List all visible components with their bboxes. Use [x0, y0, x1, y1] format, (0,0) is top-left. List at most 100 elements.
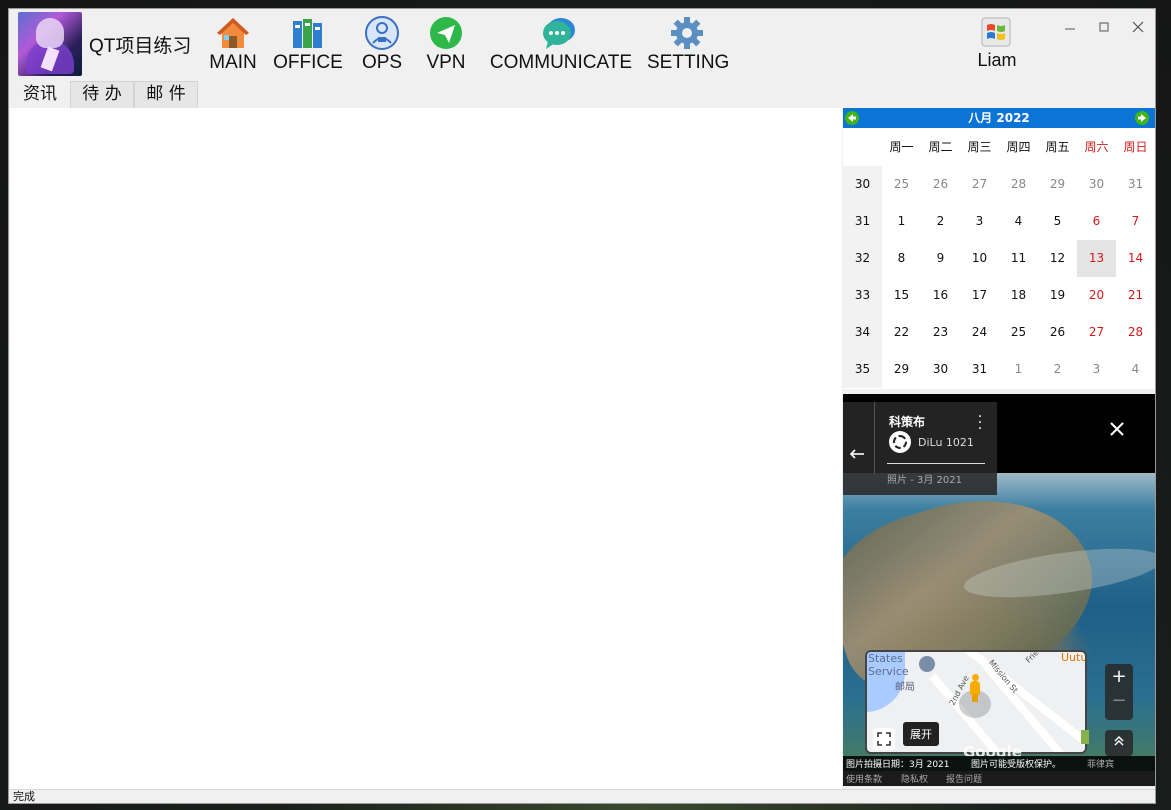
- calendar-day[interactable]: 18: [999, 277, 1038, 314]
- tab-news[interactable]: 资讯: [10, 81, 70, 108]
- tab-mail[interactable]: 邮 件: [134, 81, 198, 108]
- calendar-day[interactable]: 27: [1077, 314, 1116, 351]
- calendar-day[interactable]: 23: [921, 314, 960, 351]
- calendar-day[interactable]: 17: [960, 277, 999, 314]
- calendar-next-month-button[interactable]: [1135, 111, 1149, 125]
- vpn-send-icon: [430, 17, 462, 49]
- calendar-day[interactable]: 31: [1116, 166, 1155, 203]
- user-button[interactable]: Liam: [969, 9, 1025, 81]
- calendar-day[interactable]: 12: [1038, 240, 1077, 277]
- chevron-up-icon: [1105, 734, 1133, 751]
- app-logo-avatar: [18, 12, 82, 76]
- calendar-day[interactable]: 2: [1038, 351, 1077, 388]
- zoom-controls: + −: [1105, 664, 1133, 720]
- calendar-day[interactable]: 4: [999, 203, 1038, 240]
- nav-setting-button[interactable]: SETTING: [647, 9, 729, 81]
- photo-info-card: 科策布 · · · DiLu 1021 照片 - 3月 2021: [843, 402, 997, 495]
- calendar-day[interactable]: 30: [921, 351, 960, 388]
- report-link[interactable]: 报告问题: [946, 772, 982, 785]
- calendar-day[interactable]: 3: [960, 203, 999, 240]
- calendar-day[interactable]: 27: [960, 166, 999, 203]
- tab-todo[interactable]: 待 办: [70, 81, 134, 108]
- calendar-day[interactable]: 26: [921, 166, 960, 203]
- calendar-day[interactable]: 25: [999, 314, 1038, 351]
- close-window-button[interactable]: [1121, 17, 1155, 41]
- expand-tooltip: 展开: [903, 722, 939, 746]
- nav-main-button[interactable]: MAIN: [205, 9, 261, 81]
- back-arrow-icon[interactable]: [849, 444, 865, 465]
- zoom-out-button[interactable]: −: [1105, 690, 1133, 711]
- calendar-day[interactable]: 8: [882, 240, 921, 277]
- calendar-day[interactable]: 28: [1116, 314, 1155, 351]
- terms-link[interactable]: 使用条款: [846, 772, 882, 785]
- calendar-day-selected[interactable]: 13: [1077, 240, 1116, 277]
- calendar-day[interactable]: 26: [1038, 314, 1077, 351]
- calendar-day[interactable]: 15: [882, 277, 921, 314]
- calendar-day[interactable]: 11: [999, 240, 1038, 277]
- calendar-day[interactable]: 29: [882, 351, 921, 388]
- nav-office-label: OFFICE: [273, 52, 343, 73]
- calendar-day[interactable]: 5: [1038, 203, 1077, 240]
- calendar-day[interactable]: 7: [1116, 203, 1155, 240]
- mini-map[interactable]: States Service 邮局 2nd Ave Mission St Fri…: [865, 650, 1087, 754]
- toolbar: QT项目练习 MAIN OFFICE OPS VPN COMMUNICATE S…: [9, 9, 1155, 81]
- map-place-label: Uutu: [1061, 651, 1087, 664]
- expand-map-button[interactable]: [873, 728, 895, 750]
- photo-place-title: 科策布: [889, 415, 926, 429]
- calendar-day[interactable]: 10: [960, 240, 999, 277]
- nav-vpn-button[interactable]: VPN: [423, 9, 469, 81]
- more-options-icon[interactable]: · · ·: [977, 410, 983, 436]
- calendar-day[interactable]: 16: [921, 277, 960, 314]
- photo-footer-info: 图片拍摄日期：3月 2021 图片可能受版权保护。 菲律宾: [843, 756, 1155, 771]
- footer-region: 菲律宾: [1087, 760, 1115, 770]
- photo-date: 照片 - 3月 2021: [887, 475, 962, 486]
- main-window: QT项目练习 MAIN OFFICE OPS VPN COMMUNICATE S…: [8, 8, 1156, 804]
- zoom-in-button[interactable]: +: [1105, 666, 1133, 687]
- calendar-day[interactable]: 1: [999, 351, 1038, 388]
- arrow-right-icon: [1138, 114, 1146, 122]
- photo-author[interactable]: DiLu 1021: [918, 436, 974, 449]
- calendar-day[interactable]: 2: [921, 203, 960, 240]
- calendar-day[interactable]: 4: [1116, 351, 1155, 388]
- books-icon: [293, 19, 322, 48]
- calendar-month-title[interactable]: 八月 2022: [843, 108, 1155, 128]
- nav-ops-button[interactable]: OPS: [359, 9, 405, 81]
- chat-bubble-icon: [543, 18, 575, 49]
- nav-communicate-button[interactable]: COMMUNICATE: [487, 9, 635, 81]
- footer-copyright: 图片可能受版权保护。: [971, 760, 1062, 770]
- nav-office-button[interactable]: OFFICE: [273, 9, 343, 81]
- calendar-weekday-header: 周日: [1123, 140, 1148, 154]
- calendar-day[interactable]: 29: [1038, 166, 1077, 203]
- calendar-day[interactable]: 21: [1116, 277, 1155, 314]
- calendar-day[interactable]: 30: [1077, 166, 1116, 203]
- status-text: 完成: [13, 790, 35, 803]
- calendar-day[interactable]: 20: [1077, 277, 1116, 314]
- calendar-day[interactable]: 9: [921, 240, 960, 277]
- calendar-day[interactable]: 28: [999, 166, 1038, 203]
- expand-up-button[interactable]: [1105, 730, 1133, 756]
- calendar-day[interactable]: 3: [1077, 351, 1116, 388]
- user-name-label: Liam: [977, 50, 1017, 70]
- footer-capture-date: 图片拍摄日期：3月 2021: [846, 760, 950, 770]
- calendar-weekday-header: 周二: [928, 140, 953, 154]
- calendar-day[interactable]: 6: [1077, 203, 1116, 240]
- close-icon: [1132, 21, 1144, 33]
- calendar-day[interactable]: 24: [960, 314, 999, 351]
- author-avatar[interactable]: [889, 431, 911, 453]
- calendar-day[interactable]: 14: [1116, 240, 1155, 277]
- status-bar: 完成: [9, 789, 1155, 803]
- calendar-day[interactable]: 22: [882, 314, 921, 351]
- map-label: States: [868, 652, 903, 665]
- calendar-day[interactable]: 19: [1038, 277, 1077, 314]
- calendar-day[interactable]: 25: [882, 166, 921, 203]
- close-photo-button[interactable]: [1109, 418, 1125, 442]
- privacy-link[interactable]: 隐私权: [901, 772, 928, 785]
- minimize-button[interactable]: [1053, 17, 1087, 41]
- pegman-icon[interactable]: [969, 674, 981, 702]
- calendar-day[interactable]: 1: [882, 203, 921, 240]
- calendar-day[interactable]: 31: [960, 351, 999, 388]
- maximize-button[interactable]: [1087, 17, 1121, 41]
- home-icon: [217, 18, 249, 48]
- windows-logo-icon: [981, 17, 1011, 47]
- calendar-header: 八月 2022: [843, 108, 1155, 128]
